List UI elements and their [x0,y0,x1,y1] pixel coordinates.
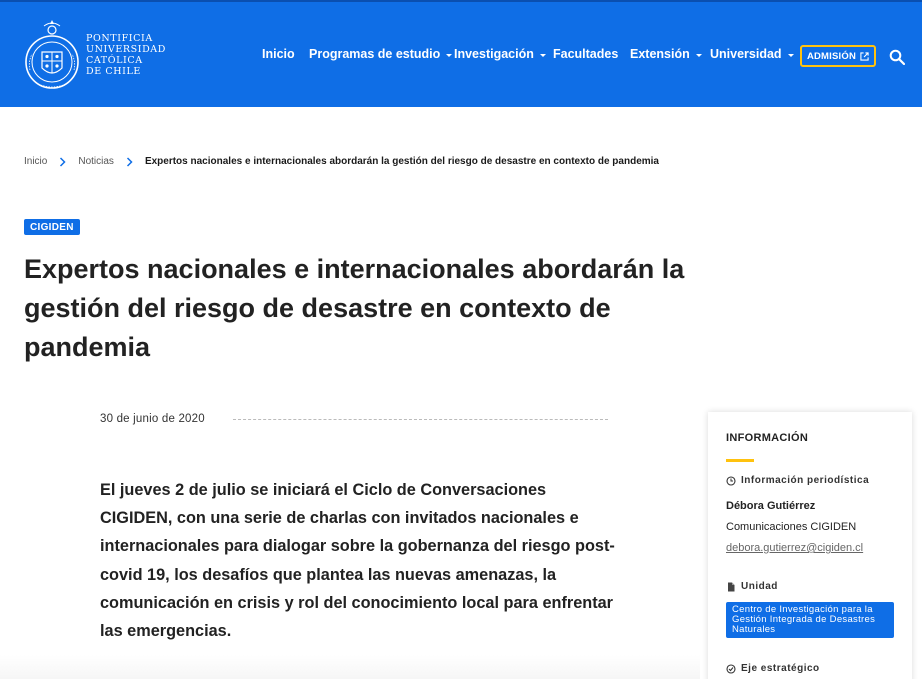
logo-line: DE CHILE [86,66,141,77]
document-icon [728,582,735,591]
breadcrumb-home-link[interactable]: Inicio [24,156,47,167]
breadcrumb-current: Expertos nacionales e internacionales ab… [144,156,659,167]
caret-down-icon [787,53,794,57]
university-logo[interactable]: PONTIFICIA UNIVERSIDAD CATÓLICA DE CHILE [24,18,166,92]
chevron-right-icon [126,156,133,167]
nav-item-label: Extensión [630,47,690,61]
caret-down-icon [695,53,702,57]
axis-label-text: Eje estratégico [741,663,820,674]
article-date-row: 30 de junio de 2020 [100,413,608,425]
unit-label: Unidad [726,581,778,592]
nav-item-label: Inicio [262,47,295,61]
check-circle-icon [726,663,736,674]
top-navigation-bar: PONTIFICIA UNIVERSIDAD CATÓLICA DE CHILE… [0,0,922,107]
nav-item-label: Universidad [710,47,782,61]
accent-bar [726,459,754,462]
sidebar-heading: INFORMACIÓN [726,432,809,444]
bottom-fade [0,655,700,679]
admision-label: ADMISIÓN [806,50,857,62]
logo-line: PONTIFICIA [86,33,153,44]
admision-button[interactable]: ADMISIÓN [800,45,876,67]
category-tag[interactable]: CIGIDEN [24,219,80,235]
dashed-divider [232,418,608,420]
contact-name: Débora Gutiérrez [726,500,816,512]
press-info-label: Información periodística [726,475,869,486]
info-sidebar: INFORMACIÓN Información periodística Déb… [708,412,912,679]
university-name: PONTIFICIA UNIVERSIDAD CATÓLICA DE CHILE [86,33,166,77]
contact-org: Comunicaciones CIGIDEN [726,521,857,533]
nav-item-label: Facultades [553,47,619,61]
nav-item-inicio[interactable]: Inicio [262,47,295,61]
article-date: 30 de junio de 2020 [100,413,205,425]
nav-item-label: Investigación [454,47,534,61]
breadcrumb: Inicio Noticias Expertos nacionales e in… [24,156,659,167]
contact-email-link[interactable]: debora.gutierrez@cigiden.cl [726,542,863,554]
nav-item-label: Programas de estudio [309,47,441,61]
logo-line: CATÓLICA [86,55,143,66]
article-title: Expertos nacionales e internacionales ab… [24,254,685,362]
nav-item-programas[interactable]: Programas de estudio [309,47,453,61]
logo-line: UNIVERSIDAD [86,44,166,55]
axis-label: Eje estratégico [726,663,820,674]
caret-down-icon [539,53,546,57]
unit-label-text: Unidad [741,581,778,592]
press-info-text: Información periodística [741,475,870,486]
unit-badge[interactable]: Centro de Investigación para la Gestión … [726,602,894,638]
chevron-right-icon [60,156,66,167]
clock-icon [726,475,736,486]
external-link-icon [860,51,869,61]
nav-item-extension[interactable]: Extensión [630,47,702,61]
nav-item-facultades[interactable]: Facultades [553,47,618,61]
nav-item-investigacion[interactable]: Investigación [454,47,546,61]
breadcrumb-news-link[interactable]: Noticias [78,156,114,167]
search-icon[interactable] [889,49,905,65]
caret-down-icon [446,53,453,57]
article-lead: El jueves 2 de julio se iniciará el Cicl… [100,481,615,641]
university-seal-icon [25,20,79,89]
nav-item-universidad[interactable]: Universidad [710,47,794,61]
